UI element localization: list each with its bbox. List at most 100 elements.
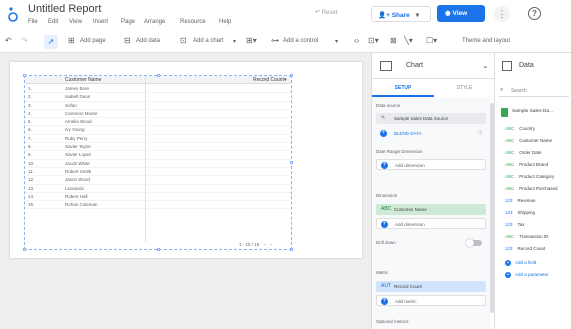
image-icon[interactable]: ⊡▾ [368,36,379,45]
menu-arrange[interactable]: Arrange [144,19,165,25]
table-pagination[interactable]: 1 - 15 / 16 ‹ › [239,242,272,247]
tab-style[interactable]: STYLE [434,79,495,97]
edit-pencil-icon[interactable]: ✎ [381,115,385,121]
line-icon[interactable]: ╲▾ [404,36,413,45]
table-row[interactable]: 15. Rohan Coleman [25,201,291,210]
field-item[interactable]: ABC Customer Name [505,138,552,143]
field-item[interactable]: ABC Order Date [505,150,542,155]
tab-setup[interactable]: SETUP [372,79,434,97]
add-control-button[interactable]: Add a control [283,38,318,44]
field-item[interactable]: 123 Tax [505,222,525,227]
chevron-left-icon[interactable]: ‹ [265,242,267,247]
field-item[interactable]: ABC Country [505,126,535,131]
blend-data-button[interactable]: + BLEND DATA ⓘ [376,128,486,139]
chevron-down-icon[interactable]: ▾ [335,38,338,45]
data-source-item[interactable]: Sample Sales Da... [512,109,553,114]
help-icon[interactable]: ⓘ [478,130,483,136]
chevron-right-icon[interactable]: › [270,242,272,247]
add-person-icon: 👤+ [378,12,392,19]
table-row[interactable]: 7. Ruby Perry [25,135,291,144]
data-panel-title: Data [519,62,534,69]
table-chart-icon[interactable] [380,61,392,71]
menu-resource[interactable]: Resource [180,19,206,25]
report-title[interactable]: Untitled Report [28,3,101,15]
table-row[interactable]: 13. Leonardo [25,185,291,193]
resize-handle[interactable] [23,74,26,77]
field-item[interactable]: 123 Record Count [505,246,545,251]
field-item[interactable]: ABC Product Brand [505,162,548,167]
text-icon[interactable]: ⊠ [390,36,397,45]
add-data-button[interactable]: Add data [136,38,160,44]
share-button[interactable]: 👤+ Share ▾ [371,6,431,22]
menu-file[interactable]: File [28,19,38,25]
embed-code-icon[interactable]: ‹› [354,36,359,45]
table-row[interactable]: 2. Isabelt Doon [25,93,291,102]
chevron-down-icon[interactable]: ▾ [233,38,236,45]
table-row[interactable]: 8. Xavier Taylor [25,143,291,152]
resize-handle[interactable] [23,248,26,251]
menu-insert[interactable]: Insert [93,19,108,25]
theme-and-layout-button[interactable]: Theme and layout [462,38,510,44]
add-metric-button[interactable]: + Add metric [376,295,486,306]
select-tool-icon[interactable]: ➚ [44,35,58,49]
table-row[interactable]: 1. James Bore [25,85,291,94]
shape-icon[interactable]: ☐▾ [426,36,437,45]
field-item[interactable]: ABC Transaction ID [505,234,548,239]
table-row[interactable]: 9. Xavier Lopez [25,151,291,160]
column-header-customer-name[interactable]: Customer Name [65,77,101,83]
menu-edit[interactable]: Edit [48,19,58,25]
undo-icon[interactable]: ↶ [5,36,12,45]
table-row[interactable]: 3. Sofan [25,102,291,110]
add-chart-button[interactable]: Add a chart [193,38,224,44]
optional-metrics-label: Optional metrics [376,319,409,324]
chevron-down-icon[interactable]: ⌄ [482,61,489,70]
add-parameter-link[interactable]: + Add a parameter [505,272,549,278]
resize-handle[interactable] [157,248,160,251]
field-item[interactable]: ABC Product Category [505,174,554,179]
add-page-button[interactable]: Add page [80,38,106,44]
help-icon[interactable]: ? [528,7,541,20]
table-row[interactable]: 5. Amelia Wood [25,118,291,127]
table-row[interactable]: 10. Jacob White [25,160,291,168]
table-row[interactable]: 12. Jason Wood [25,176,291,185]
date-range-label: Date Range Dimension [376,149,423,154]
field-item[interactable]: 123 Shipping [505,210,535,215]
dimension-chip[interactable]: ABC Customer Name [376,204,486,215]
column-header-record-count[interactable]: Record Count [253,77,284,83]
reset-button[interactable]: ↶ Reset [315,9,337,16]
drill-down-label: Drill down [376,240,396,245]
community-viz-icon[interactable]: ⊞▾ [246,36,257,45]
table-header: Customer Name Record Count ▾ [25,76,291,84]
search-input[interactable]: Search [499,86,569,97]
sort-descending-icon[interactable]: ▾ [284,77,287,83]
field-item[interactable]: 123 Revenue [505,198,536,203]
table-row[interactable]: 4. Cameron Moore [25,110,291,119]
menu-view[interactable]: View [69,19,82,25]
menu-page[interactable]: Page [121,19,135,25]
redo-icon[interactable]: ↷ [21,36,28,45]
menu-help[interactable]: Help [219,19,231,25]
field-item[interactable]: ABC Product Purchased [505,186,558,191]
view-button[interactable]: ◉ View [437,5,485,22]
metric-chip[interactable]: AUT Record Count [376,281,486,292]
add-field-link[interactable]: + Add a field [505,260,536,266]
table-chart[interactable]: Customer Name Record Count ▾ 1. James Bor… [24,75,292,250]
looker-studio-logo-icon[interactable] [7,6,19,22]
table-row[interactable]: 14. Robert Hall [25,193,291,202]
resize-handle[interactable] [290,248,293,251]
resize-handle[interactable] [157,74,160,77]
dimension-field-icon: ABC [505,234,515,239]
chevron-down-icon: ▾ [415,12,420,19]
dimension-field-icon: ABC [505,162,515,167]
sheets-icon [501,108,508,117]
table-row[interactable]: 11. Robert Smith [25,168,291,177]
resize-handle[interactable] [290,74,293,77]
add-date-dimension-button[interactable]: + Add dimension [376,159,486,170]
add-dimension-button[interactable]: + Add dimension [376,218,486,229]
more-options-icon[interactable]: ⋮ [494,6,510,22]
data-source-chip[interactable]: ✎ Sample Sales Data Source [376,113,486,124]
resize-handle[interactable] [290,161,293,164]
dimension-type-icon: ABC [381,206,392,212]
add-page-icon: ⊞ [68,36,75,45]
table-row[interactable]: 6. Ivy Young [25,126,291,135]
